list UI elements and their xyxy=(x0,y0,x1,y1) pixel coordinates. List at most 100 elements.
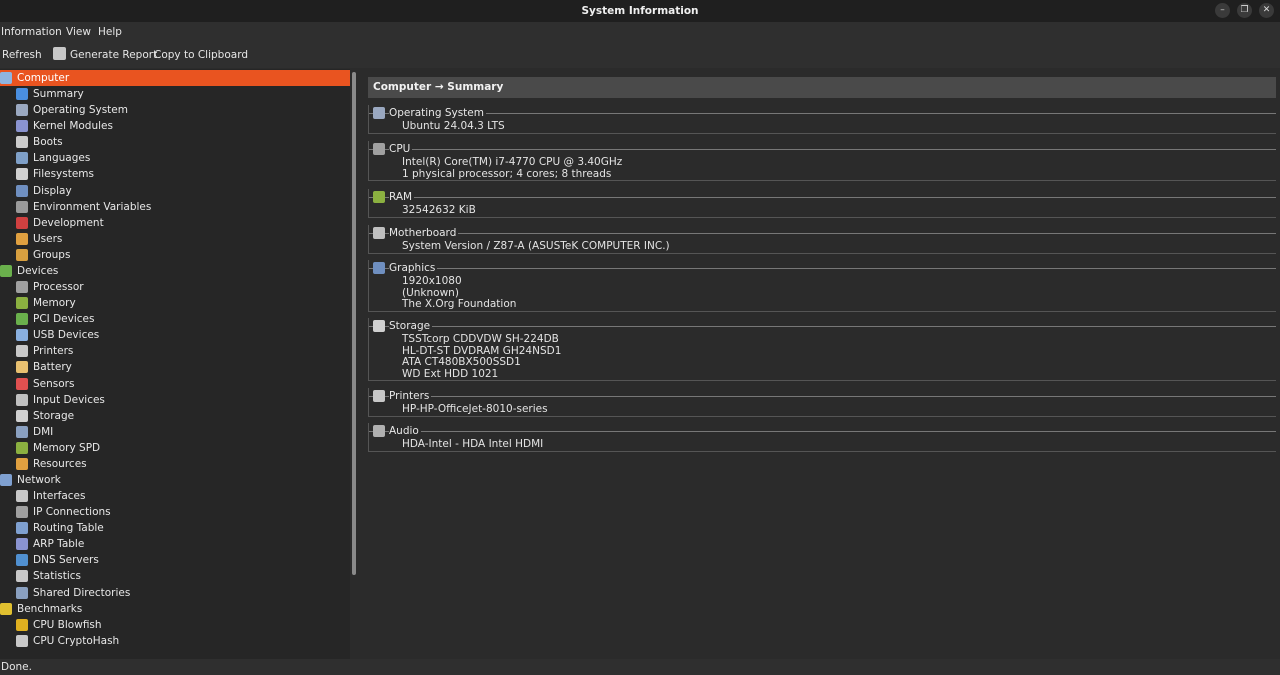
copy-clipboard-label: Copy to Clipboard xyxy=(154,49,249,61)
sidebar-item-label: Operating System xyxy=(33,104,128,117)
sidebar-item-sensors[interactable]: Sensors xyxy=(0,376,350,392)
sidebar-item-label: Interfaces xyxy=(33,490,86,503)
section-header: Operating System xyxy=(369,105,1276,121)
copy-clipboard-button[interactable]: Copy to Clipboard xyxy=(154,42,248,68)
sidebar-item-resources[interactable]: Resources xyxy=(0,456,350,472)
sidebar-item-cpu-blowfish[interactable]: CPU Blowfish xyxy=(0,617,350,633)
audio-icon xyxy=(373,425,385,437)
section-title: CPU xyxy=(389,141,413,157)
sidebar-item-pci-devices[interactable]: PCI Devices xyxy=(0,311,350,327)
section-motherboard: Motherboard System Version / Z87-A (ASUST… xyxy=(368,225,1276,254)
sidebar-item-statistics[interactable]: Statistics xyxy=(0,568,350,584)
menu-view[interactable]: View xyxy=(66,22,91,42)
section-divider xyxy=(369,113,1276,114)
sidebar-item-dns-servers[interactable]: DNS Servers xyxy=(0,552,350,568)
sidebar-item-label: Environment Variables xyxy=(33,200,152,213)
refresh-button[interactable]: Refresh xyxy=(2,42,42,68)
sidebar-item-display[interactable]: Display xyxy=(0,183,350,199)
sidebar-item-processor[interactable]: Processor xyxy=(0,279,350,295)
title-bar: System Information – ❐ ✕ xyxy=(0,0,1280,22)
sidebar-item-benchmarks[interactable]: Benchmarks xyxy=(0,601,350,617)
minimize-button[interactable]: – xyxy=(1215,3,1230,18)
module-icon xyxy=(16,120,28,133)
sidebar-item-memory[interactable]: Memory xyxy=(0,295,350,311)
section-header: Motherboard xyxy=(369,225,1276,241)
sidebar-item-label: Battery xyxy=(33,361,72,374)
sidebar-item-boots[interactable]: Boots xyxy=(0,134,350,150)
section-title: Graphics xyxy=(389,260,438,276)
storage-icon xyxy=(373,320,385,332)
sidebar-item-development[interactable]: Development xyxy=(0,215,350,231)
sidebar-item-label: Resources xyxy=(33,457,87,470)
sidebar-scrollbar[interactable] xyxy=(352,72,356,575)
close-button[interactable]: ✕ xyxy=(1259,3,1274,18)
sidebar-item-summary[interactable]: Summary xyxy=(0,86,350,102)
section-audio: Audio HDA-Intel - HDA Intel HDMI xyxy=(368,423,1276,452)
sidebar-item-label: Memory xyxy=(33,297,76,310)
generate-report-label: Generate Report xyxy=(70,49,158,61)
sidebar-item-dmi[interactable]: DMI xyxy=(0,424,350,440)
section-title: Audio xyxy=(389,423,421,439)
sidebar-item-interfaces[interactable]: Interfaces xyxy=(0,488,350,504)
memory-spd-icon xyxy=(16,441,28,454)
section-ram: RAM 32542632 KiB xyxy=(368,189,1276,218)
dmi-icon xyxy=(16,425,28,438)
sidebar-item-network[interactable]: Network xyxy=(0,472,350,488)
sidebar-item-computer[interactable]: Computer xyxy=(0,70,350,86)
report-icon xyxy=(53,47,66,60)
sidebar-item-shared-directories[interactable]: Shared Directories xyxy=(0,585,350,601)
generate-report-button[interactable]: Generate Report xyxy=(53,42,157,68)
sidebar-item-cpu-cryptohash[interactable]: CPU CryptoHash xyxy=(0,633,350,649)
sidebar-item-label: Computer xyxy=(17,72,70,84)
sidebar-item-memory-spd[interactable]: Memory SPD xyxy=(0,440,350,456)
sidebar-item-printers[interactable]: Printers xyxy=(0,343,350,359)
sidebar-item-label: Devices xyxy=(17,264,59,277)
sidebar-item-users[interactable]: Users xyxy=(0,231,350,247)
sidebar-item-devices[interactable]: Devices xyxy=(0,263,350,279)
section-header: Graphics xyxy=(369,260,1276,276)
section-value: 1920x1080 xyxy=(402,275,462,287)
sidebar-item-label: Processor xyxy=(33,281,84,294)
sidebar-item-filesystems[interactable]: Filesystems xyxy=(0,166,350,182)
sidebar-item-arp-table[interactable]: ARP Table xyxy=(0,536,350,552)
sidebar-item-label: CPU CryptoHash xyxy=(33,634,120,647)
sidebar-item-usb-devices[interactable]: USB Devices xyxy=(0,327,350,343)
sidebar-item-storage[interactable]: Storage xyxy=(0,408,350,424)
sidebar-item-label: Memory SPD xyxy=(33,441,101,454)
section-divider xyxy=(369,431,1276,432)
section-divider xyxy=(369,326,1276,327)
maximize-button[interactable]: ❐ xyxy=(1237,3,1252,18)
section-value: 32542632 KiB xyxy=(402,204,476,216)
menu-information[interactable]: Information xyxy=(1,22,62,42)
sidebar-item-languages[interactable]: Languages xyxy=(0,150,350,166)
sidebar-item-kernel-modules[interactable]: Kernel Modules xyxy=(0,118,350,134)
gear-icon xyxy=(16,104,28,117)
ip-connections-icon xyxy=(16,506,28,519)
section-value: Intel(R) Core(TM) i7-4770 CPU @ 3.40GHz xyxy=(402,156,623,168)
sidebar-item-routing-table[interactable]: Routing Table xyxy=(0,520,350,536)
sensor-icon xyxy=(16,377,28,390)
sidebar-item-operating-system[interactable]: Operating System xyxy=(0,102,350,118)
sidebar-item-battery[interactable]: Battery xyxy=(0,359,350,375)
section-header: CPU xyxy=(369,141,1276,157)
memory-icon xyxy=(16,297,28,310)
sidebar-item-label: Sensors xyxy=(33,377,75,390)
sidebar-item-input-devices[interactable]: Input Devices xyxy=(0,392,350,408)
gear-icon xyxy=(373,107,385,119)
section-printers: Printers HP-HP-OfficeJet-8010-series xyxy=(368,388,1276,417)
sidebar-item-groups[interactable]: Groups xyxy=(0,247,350,263)
sidebar-item-label: ARP Table xyxy=(33,538,85,551)
users-icon xyxy=(16,232,28,245)
sidebar-item-environment-variables[interactable]: Environment Variables xyxy=(0,199,350,215)
sidebar-item-label: Summary xyxy=(33,88,84,101)
section-value: HDA-Intel - HDA Intel HDMI xyxy=(402,438,544,450)
sidebar-item-label: Filesystems xyxy=(33,168,95,181)
sidebar-tree[interactable]: Computer Summary Operating System Kernel Mo… xyxy=(0,69,350,659)
sidebar-item-label: Printers xyxy=(33,345,74,358)
cpu-icon xyxy=(373,143,385,155)
menu-help[interactable]: Help xyxy=(98,22,122,42)
sidebar-item-label: Routing Table xyxy=(33,522,104,535)
sidebar-item-ip-connections[interactable]: IP Connections xyxy=(0,504,350,520)
section-divider xyxy=(369,149,1276,150)
info-icon xyxy=(16,88,28,101)
